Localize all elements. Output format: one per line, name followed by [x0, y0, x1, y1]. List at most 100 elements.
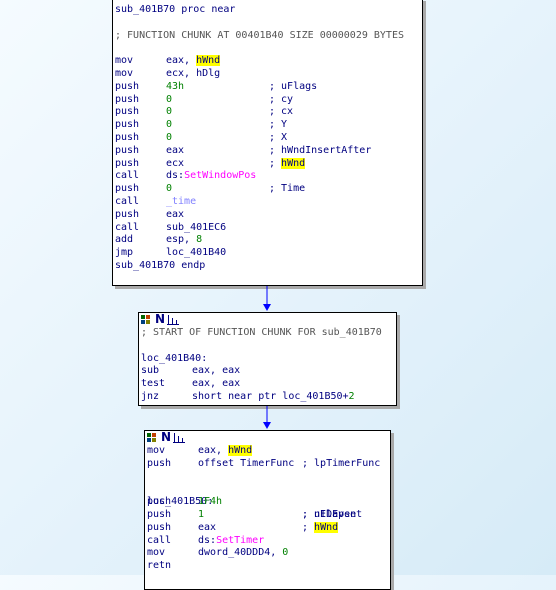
instruction-row[interactable]: push eax [115, 209, 422, 222]
mnemonic: push [115, 93, 140, 105]
instruction-row[interactable]: push 0 ; cx [115, 106, 422, 119]
operand-text: ds: [166, 170, 185, 182]
operand-text: ecx, hDlg [166, 67, 221, 79]
rename-n-icon[interactable]: N [155, 313, 165, 325]
operand-number: 0 [166, 93, 173, 105]
operand: ecx, hDlg [166, 68, 220, 81]
loc-label[interactable]: loc_401B40: [141, 353, 396, 366]
operand: eax, hWnd [166, 55, 221, 68]
instruction-row[interactable]: push 0 ; X [115, 132, 422, 145]
instruction-row[interactable]: jmp loc_401B40 [115, 247, 422, 260]
instruction-row[interactable]: call sub_401EC6 [115, 222, 422, 235]
graph-node-sub-401b70[interactable]: sub_401B70 proc near ; FUNCTION CHUNK AT… [112, 0, 423, 286]
mnemonic: push [115, 106, 140, 118]
operand-number: 0 [166, 106, 173, 118]
comment-text: ; cy [269, 93, 294, 105]
operand-highlighted[interactable]: hWnd [228, 445, 253, 456]
operand-text: offset TimerFunc [198, 457, 295, 469]
comment-text: ; cx [269, 106, 294, 118]
instruction-row[interactable]: push ecx; hWnd [115, 157, 422, 171]
operand-library-function[interactable]: _time [166, 196, 196, 207]
operand: eax [198, 522, 216, 535]
instruction-comment: ; hWndInsertAfter [269, 145, 371, 158]
rename-n-icon[interactable]: N [161, 431, 171, 443]
instruction-row[interactable]: mov eax, hWnd [147, 445, 390, 458]
operand: 0 [166, 119, 172, 132]
instruction-row[interactable]: mov eax, hWnd [115, 55, 422, 68]
instruction-row[interactable]: jnz short near ptr loc_401B50+2 [141, 391, 396, 404]
instruction-row[interactable]: call _time [115, 196, 422, 209]
mnemonic: retn [147, 560, 172, 572]
instruction-row[interactable]: push 0 ; Time [115, 183, 422, 196]
instruction-row[interactable]: add esp, 8 [115, 234, 422, 247]
comment-text: ; nIDEvent [302, 508, 363, 520]
mnemonic: push [147, 496, 172, 508]
graph-node-loc-401b40[interactable]: N ; START OF FUNCTION CHUNK FOR sub_401B… [138, 312, 397, 406]
instruction-comment: ; X [269, 132, 287, 145]
operand: ecx [166, 158, 184, 171]
instruction-comment: ; Time [269, 183, 305, 196]
comment-text: ; Time [269, 183, 306, 195]
instruction-row[interactable]: call ds:SetWindowPos [115, 170, 422, 183]
mnemonic: jmp [115, 247, 134, 259]
instruction-row[interactable]: push 1F4h [147, 496, 390, 509]
color-grid-icon[interactable] [147, 433, 157, 442]
instruction-comment: ; Y [269, 119, 287, 132]
operand-text: eax, [198, 445, 229, 456]
operand: 43h [166, 81, 184, 94]
operand: 0 [166, 106, 172, 119]
operand-text: ds: [198, 534, 217, 546]
operand: 0 [166, 132, 172, 145]
operand-highlighted[interactable]: hWnd [196, 55, 221, 67]
comment-text: ; lpTimerFunc [302, 457, 381, 469]
graph-bars-icon[interactable] [167, 315, 179, 325]
mnemonic: push [115, 157, 140, 169]
comment-highlighted[interactable]: hWnd [314, 521, 339, 533]
operand-text: eax [166, 208, 185, 220]
operand: esp, 8 [166, 234, 202, 247]
operand-text: dword_40DDD4, [198, 547, 283, 559]
instruction-row[interactable]: test eax, eax [141, 378, 396, 391]
instruction-row[interactable]: push 43h ; uFlags [115, 81, 422, 94]
operand: 0 [166, 183, 172, 196]
mnemonic: push [115, 131, 140, 143]
mnemonic: push [115, 80, 140, 92]
graph-bars-icon[interactable] [173, 433, 185, 443]
instruction-row[interactable]: mov dword_40DDD4, 0 [147, 547, 390, 560]
instruction-row[interactable]: push eax ; hWndInsertAfter [115, 145, 422, 158]
comment-text: ; Y [269, 119, 288, 131]
comment-text: ; [269, 157, 282, 169]
mnemonic: mov [115, 67, 134, 79]
mnemonic: push [147, 457, 172, 469]
operand-function-name[interactable]: SetTimer [216, 535, 264, 546]
comment-highlighted[interactable]: hWnd [281, 157, 306, 169]
comment-text: ; [302, 521, 315, 533]
proc-start-label[interactable]: sub_401B70 proc near [115, 4, 422, 17]
operand-text: eax, eax [192, 365, 241, 377]
operand: loc_401B40 [166, 247, 226, 260]
operand-number: 2 [348, 390, 355, 402]
operand-text: loc_401B40 [166, 247, 227, 259]
comment-text: ; uFlags [269, 80, 318, 92]
instruction-row[interactable]: sub eax, eax [141, 365, 396, 378]
operand-number: 0 [166, 183, 173, 195]
color-grid-icon[interactable] [141, 315, 151, 324]
instruction-row[interactable]: push 1 ; nIDEvent [147, 509, 390, 522]
instruction-row[interactable]: push 0 ; cy [115, 94, 422, 107]
edge-arrow-1 [263, 286, 271, 311]
instruction-row[interactable]: mov ecx, hDlg [115, 68, 422, 81]
proc-end-label[interactable]: sub_401B70 endp [115, 260, 422, 273]
instruction-row[interactable]: push 0 ; Y [115, 119, 422, 132]
operand-number: 8 [196, 234, 203, 246]
operand-text: eax [166, 144, 185, 156]
graph-node-loc-401b50[interactable]: N mov eax, hWnd push offset TimerFunc ; lpTi… [144, 430, 391, 590]
instruction-row[interactable]: retn [147, 560, 390, 573]
loc-label-row[interactable]: loc_401B50: ; uElapse [147, 483, 390, 520]
mnemonic: call [115, 170, 140, 182]
instruction-row[interactable]: call ds:SetTimer [147, 535, 390, 548]
instruction-row[interactable]: push eax; hWnd [147, 521, 390, 535]
operand-function-name[interactable]: SetWindowPos [184, 170, 256, 181]
operand-text: eax [198, 521, 217, 533]
operand: dword_40DDD4, 0 [198, 547, 288, 560]
instruction-row[interactable]: push offset TimerFunc ; lpTimerFunc [147, 458, 390, 471]
